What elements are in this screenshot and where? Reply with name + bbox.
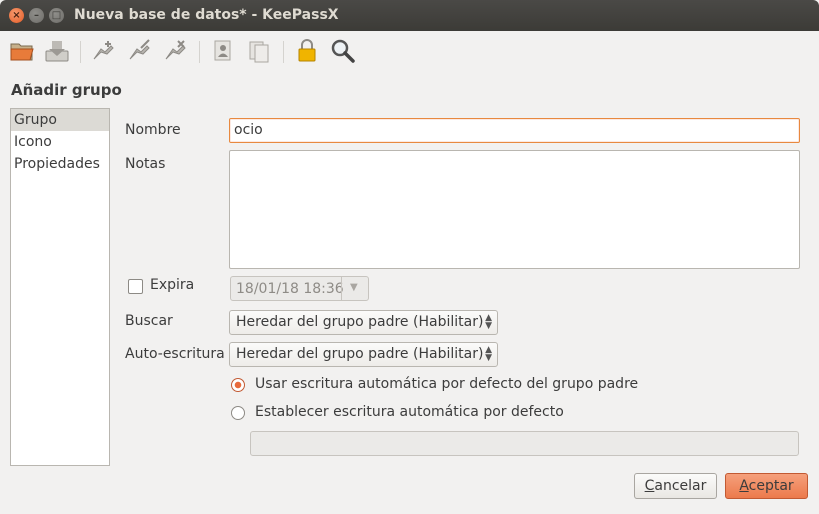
lock-database-icon xyxy=(298,39,316,62)
custom-autotype-label[interactable]: Establecer escritura automática por defe… xyxy=(255,404,564,420)
category-item-icono[interactable]: Icono xyxy=(11,131,109,153)
expires-checkbox[interactable] xyxy=(128,279,143,294)
expiry-date-value: 18/01/18 18:36 xyxy=(236,281,344,297)
toolbar xyxy=(0,31,819,71)
copy-username-icon xyxy=(214,40,231,61)
accept-button[interactable]: Aceptar xyxy=(725,473,808,499)
delete-entry-icon xyxy=(165,40,186,60)
name-input[interactable]: ocio xyxy=(229,118,800,143)
add-entry-button[interactable] xyxy=(90,37,118,65)
window-title: Nueva base de datos* - KeePassX xyxy=(74,7,339,23)
maximize-window-button[interactable]: □ xyxy=(49,8,64,23)
spinner-arrows-icon: ▲ ▼ xyxy=(485,345,492,363)
toolbar-separator xyxy=(80,41,81,63)
open-database-button[interactable] xyxy=(8,37,36,65)
cancel-button[interactable]: Cancelar xyxy=(634,473,717,499)
inherit-autotype-label[interactable]: Usar escritura automática por defecto de… xyxy=(255,376,638,392)
chevron-down-icon: ▼ xyxy=(350,282,358,293)
search-select-value: Heredar del grupo padre (Habilitar) xyxy=(236,314,484,330)
cancel-button-label: Cancelar xyxy=(644,478,707,494)
expires-label[interactable]: Expira xyxy=(150,277,194,293)
autotype-label: Auto-escritura xyxy=(125,346,225,362)
copy-password-icon xyxy=(249,41,269,63)
inherit-autotype-radio[interactable] xyxy=(231,378,245,392)
minimize-window-button[interactable]: – xyxy=(29,8,44,23)
name-label: Nombre xyxy=(125,122,181,138)
notes-textarea[interactable] xyxy=(229,150,800,269)
search-icon xyxy=(331,39,355,63)
search-button[interactable] xyxy=(329,37,357,65)
open-database-icon xyxy=(10,43,34,61)
window-titlebar: × – □ Nueva base de datos* - KeePassX xyxy=(0,0,819,31)
spinner-arrows-icon: ▲ ▼ xyxy=(485,313,492,331)
expiry-date-dropdown-button: ▼ xyxy=(341,277,368,300)
dialog-heading: Añadir grupo xyxy=(11,81,122,99)
accept-button-label: Aceptar xyxy=(739,478,794,494)
custom-sequence-input xyxy=(250,431,799,456)
save-database-button[interactable] xyxy=(43,37,71,65)
notes-label: Notas xyxy=(125,156,166,172)
save-database-icon xyxy=(45,41,69,62)
toolbar-separator xyxy=(199,41,200,63)
category-list: Grupo Icono Propiedades xyxy=(10,108,110,466)
autotype-select-value: Heredar del grupo padre (Habilitar) xyxy=(236,346,484,362)
custom-autotype-radio[interactable] xyxy=(231,406,245,420)
add-entry-icon xyxy=(93,41,114,60)
toolbar-separator xyxy=(283,41,284,63)
copy-password-button[interactable] xyxy=(245,37,273,65)
copy-username-button[interactable] xyxy=(210,37,238,65)
edit-entry-icon xyxy=(129,39,150,60)
edit-entry-button[interactable] xyxy=(126,37,154,65)
expiry-date-picker: 18/01/18 18:36 ▼ xyxy=(230,276,369,301)
category-item-grupo[interactable]: Grupo xyxy=(11,109,109,131)
delete-entry-button[interactable] xyxy=(162,37,190,65)
close-window-button[interactable]: × xyxy=(9,8,24,23)
autotype-select[interactable]: Heredar del grupo padre (Habilitar) ▲ ▼ xyxy=(229,342,498,367)
lock-database-button[interactable] xyxy=(293,37,321,65)
category-item-propiedades[interactable]: Propiedades xyxy=(11,153,109,175)
search-label: Buscar xyxy=(125,313,173,329)
search-select[interactable]: Heredar del grupo padre (Habilitar) ▲ ▼ xyxy=(229,310,498,335)
